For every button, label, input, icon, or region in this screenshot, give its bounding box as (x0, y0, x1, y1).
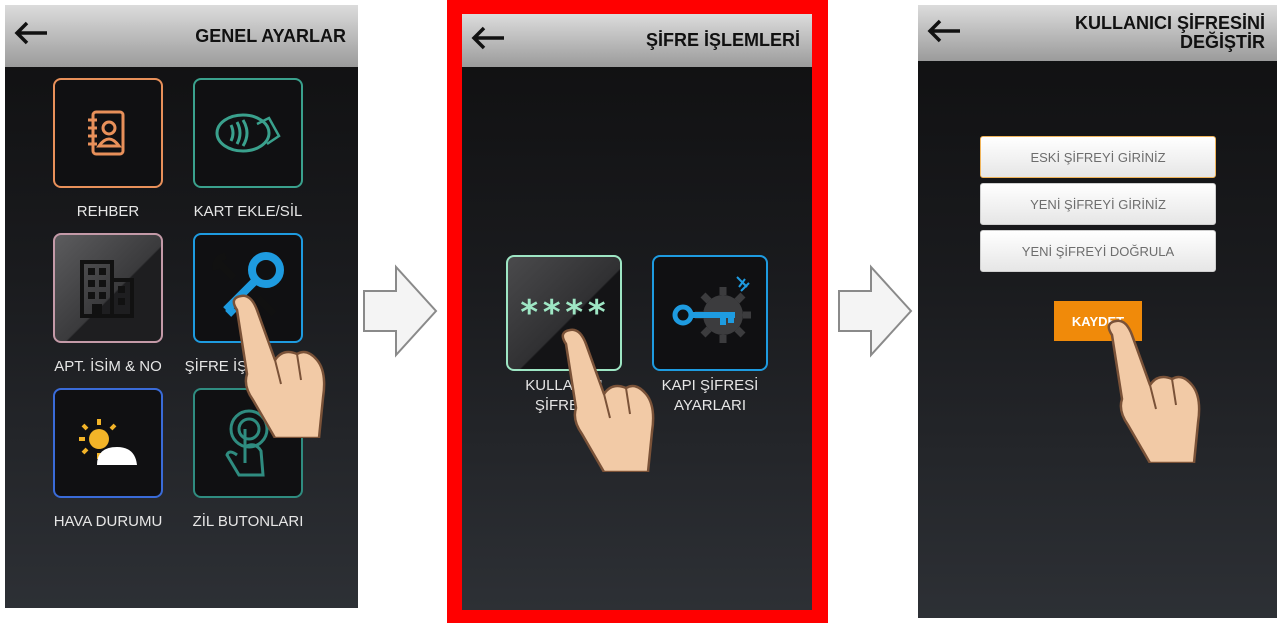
back-arrow-icon[interactable] (924, 15, 964, 47)
key-gear-icon (672, 276, 751, 343)
building-icon (80, 260, 134, 318)
page-title: KULLANICI ŞİFRESİNİ DEĞİŞTİR (1075, 5, 1265, 61)
confirm-password-field[interactable]: YENİ ŞİFREYİ DOĞRULA (980, 230, 1216, 272)
next-arrow-icon (363, 264, 438, 358)
tile-label-bell-buttons: ZİL BUTONLARI (192, 513, 304, 530)
hand-pointer-icon (1107, 319, 1201, 463)
card-contactless-icon (215, 113, 281, 153)
general-settings-screen: GENEL AYARLAR REHBER KART EKLE/SİL APT. … (5, 5, 358, 608)
page-title: GENEL AYARLAR (195, 25, 346, 46)
old-password-field[interactable]: ESKİ ŞİFREYİ GİRİNİZ (980, 136, 1216, 178)
tile-apartment[interactable] (53, 233, 163, 343)
tile-card[interactable] (193, 78, 303, 188)
tile-label-weather: HAVA DURUMU (53, 513, 163, 530)
new-password-field[interactable]: YENİ ŞİFREYİ GİRİNİZ (980, 183, 1216, 225)
back-arrow-icon[interactable] (11, 17, 51, 49)
page-title: ŞİFRE İŞLEMLERİ (645, 30, 800, 50)
weather-icon (79, 419, 137, 465)
header-bar: ŞİFRE İŞLEMLERİ (462, 14, 812, 67)
next-arrow-icon (838, 264, 913, 358)
hand-pointer-icon (561, 328, 655, 472)
tile-weather[interactable] (53, 388, 163, 498)
tile-label-card: KART EKLE/SİL (193, 203, 303, 220)
password-operations-screen: ŞİFRE İŞLEMLERİ **** KULLANICI ŞİFRESİ K… (462, 14, 812, 610)
change-password-screen: KULLANICI ŞİFRESİNİ DEĞİŞTİR ESKİ ŞİFREY… (918, 5, 1277, 618)
header-bar: KULLANICI ŞİFRESİNİ DEĞİŞTİR (918, 5, 1277, 61)
page-title-line2: DEĞİŞTİR (1179, 32, 1265, 52)
tile-door-password[interactable] (652, 255, 768, 371)
tile-label-contacts: REHBER (76, 203, 140, 220)
page-title-line1: KULLANICI ŞİFRESİNİ (1074, 13, 1265, 33)
tile-label-apartment: APT. İSİM & NO (54, 358, 162, 375)
hand-pointer-icon (232, 294, 326, 438)
contacts-book-icon (88, 110, 125, 156)
header-bar: GENEL AYARLAR (5, 5, 358, 67)
tile-contacts[interactable] (53, 78, 163, 188)
back-arrow-icon[interactable] (468, 22, 508, 54)
